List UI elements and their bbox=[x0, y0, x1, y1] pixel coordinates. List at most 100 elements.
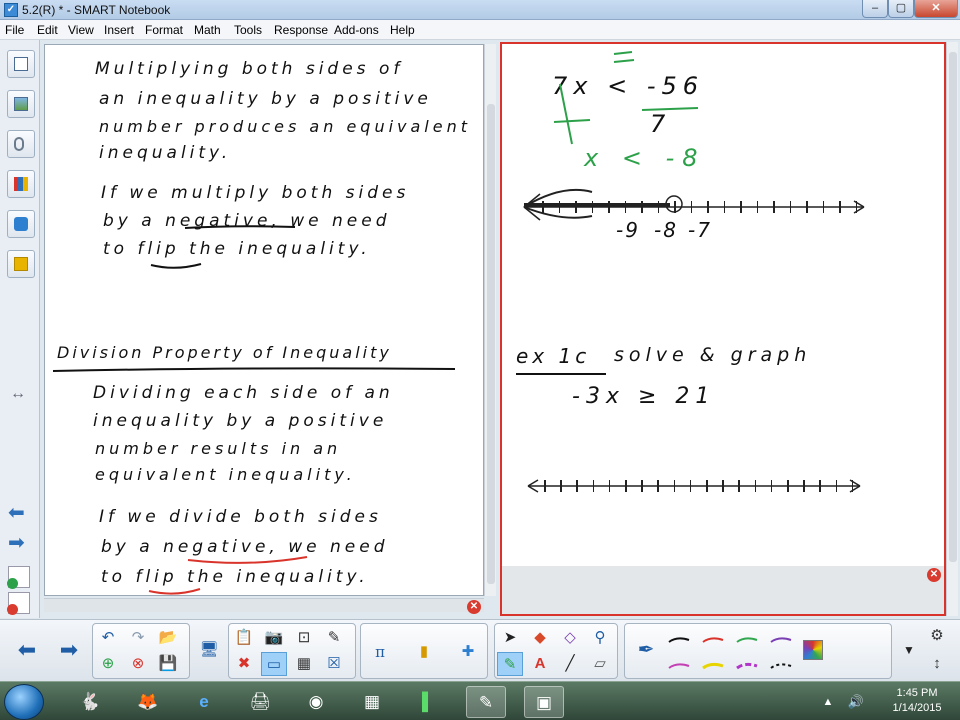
paste-icon[interactable]: 📋 bbox=[231, 626, 257, 650]
volume-icon[interactable]: 🔊 bbox=[846, 686, 866, 718]
line-icon[interactable]: ╱ bbox=[557, 652, 583, 676]
device-icon[interactable]: 🖨 bbox=[240, 686, 280, 718]
number-line-tick bbox=[673, 480, 676, 492]
number-line-tick bbox=[839, 201, 841, 213]
delete-page-icon[interactable] bbox=[7, 592, 30, 615]
system-clock[interactable]: 1:45 PM 1/14/2015 bbox=[882, 686, 952, 716]
menu-math[interactable]: Math bbox=[194, 23, 221, 37]
right-page[interactable]: 7x < -56 7 x < -8 -9 -8 -7 ex 1c solve &… bbox=[500, 42, 946, 616]
next-page-icon[interactable]: ➡ bbox=[56, 638, 82, 662]
start-orb[interactable] bbox=[4, 684, 44, 720]
eraser-tool-icon[interactable]: ▱ bbox=[587, 652, 613, 676]
drawing-tools-group: ➤ ◆ ◇ ⚲ ✎ A ╱ ▱ bbox=[494, 623, 618, 679]
number-line-tick bbox=[657, 480, 659, 492]
pens-icon[interactable]: ✎ bbox=[497, 652, 523, 676]
maximize-button[interactable]: ▢ bbox=[888, 0, 914, 18]
number-line-tick bbox=[608, 480, 611, 492]
bunny-icon[interactable]: 🐇 bbox=[70, 686, 110, 718]
number-line-tick bbox=[756, 201, 758, 213]
add-page-icon[interactable] bbox=[7, 566, 30, 589]
menu-add-ons[interactable]: Add-ons bbox=[334, 23, 379, 37]
response-button[interactable] bbox=[7, 250, 35, 278]
menu-help[interactable]: Help bbox=[390, 23, 415, 37]
full-screen-icon[interactable]: ▭ bbox=[261, 652, 287, 676]
delete-icon[interactable]: ✖ bbox=[231, 652, 257, 676]
add-ons-button[interactable] bbox=[7, 210, 35, 238]
close-button[interactable]: ✕ bbox=[914, 0, 958, 18]
show-hidden-icons-icon[interactable]: ▲ bbox=[818, 686, 838, 718]
save-icon[interactable]: 💾 bbox=[155, 652, 181, 676]
internet-explorer-icon[interactable]: e bbox=[184, 686, 224, 718]
tick-label: -9 bbox=[616, 218, 640, 242]
menu-file[interactable]: File bbox=[5, 23, 24, 37]
open-file-icon[interactable]: 📂 bbox=[155, 626, 181, 650]
number-line-tick bbox=[723, 201, 725, 213]
response-icon[interactable]: ▮ bbox=[411, 640, 437, 664]
select-icon[interactable]: ➤ bbox=[497, 626, 523, 650]
next-page-icon[interactable]: ➡ bbox=[8, 530, 25, 555]
fill-icon[interactable]: ⚲ bbox=[587, 626, 613, 650]
example-task: solve & graph bbox=[614, 344, 812, 366]
left-page-scrollbar[interactable] bbox=[484, 44, 496, 596]
edit-tools-group: 📋 📷 ⊡ ✎ ✖ ▭ ▦ ☒ bbox=[228, 623, 356, 679]
right-page-scrollbar[interactable] bbox=[946, 42, 958, 616]
music-player-icon[interactable]: ◉ bbox=[296, 686, 336, 718]
color-palette-icon[interactable] bbox=[803, 640, 823, 660]
add-ons-icon bbox=[14, 217, 28, 231]
move-toolbar-icon[interactable]: ↕ bbox=[924, 652, 950, 676]
menu-tools[interactable]: Tools bbox=[234, 23, 262, 37]
add-ons-group: π ▮ ✚ bbox=[360, 623, 488, 679]
left-page[interactable]: Multiplying both sides of an inequality … bbox=[44, 44, 484, 596]
number-line-tick bbox=[822, 201, 824, 213]
previous-page-icon[interactable]: ⬅ bbox=[8, 500, 25, 525]
toolbar-expand-icon[interactable]: ▼ bbox=[896, 638, 922, 662]
document-task-icon[interactable]: ▣ bbox=[524, 686, 564, 718]
menu-insert[interactable]: Insert bbox=[104, 23, 134, 37]
firefox-icon[interactable]: 🦊 bbox=[128, 686, 168, 718]
attachments-button[interactable] bbox=[7, 130, 35, 158]
properties-button[interactable] bbox=[7, 170, 35, 198]
chart-icon[interactable]: ▌ bbox=[408, 686, 448, 718]
pen-icon[interactable]: ✒ bbox=[633, 638, 659, 662]
undo-icon[interactable]: ↶ bbox=[95, 626, 121, 650]
close-page-icon[interactable]: ✕ bbox=[467, 600, 481, 614]
menu-format[interactable]: Format bbox=[145, 23, 183, 37]
pen-style-swatches[interactable] bbox=[665, 628, 815, 678]
right-page-footer bbox=[502, 566, 944, 614]
menu-view[interactable]: View bbox=[68, 23, 94, 37]
minimize-button[interactable]: – bbox=[862, 0, 888, 18]
table-icon[interactable]: ▦ bbox=[291, 652, 317, 676]
gallery-button[interactable] bbox=[7, 90, 35, 118]
eraser-icon[interactable]: ◇ bbox=[557, 626, 583, 650]
settings-gear-icon[interactable]: ⚙ bbox=[924, 624, 950, 648]
add-ons-icon[interactable]: ✚ bbox=[455, 640, 481, 664]
menu-response[interactable]: Response bbox=[274, 23, 328, 37]
number-line-tick bbox=[689, 480, 692, 492]
redo-icon[interactable]: ↷ bbox=[125, 626, 151, 650]
delete-page-icon[interactable]: ⊗ bbox=[125, 652, 151, 676]
math-symbol-icon[interactable]: π bbox=[367, 640, 393, 664]
handwritten-line: number results in an bbox=[95, 439, 342, 458]
page-sorter-button[interactable] bbox=[7, 50, 35, 78]
close-page-icon[interactable]: ✕ bbox=[927, 568, 941, 582]
menu-edit[interactable]: Edit bbox=[37, 23, 58, 37]
number-line-tick bbox=[722, 480, 724, 492]
add-page-icon[interactable]: ⊕ bbox=[95, 652, 121, 676]
screen-capture-icon[interactable]: 🖥 bbox=[196, 638, 222, 662]
smart-notebook-task-icon[interactable]: ✎ bbox=[466, 686, 506, 718]
handwritten-line: by a negative, we need bbox=[101, 537, 389, 557]
resize-sidebar-icon[interactable]: ↔ bbox=[10, 385, 26, 403]
screen-shade-icon[interactable]: ⊡ bbox=[291, 626, 317, 650]
magic-pen-icon[interactable]: ✎ bbox=[321, 626, 347, 650]
shapes-icon[interactable]: ◆ bbox=[527, 626, 553, 650]
close-button-icon[interactable]: ☒ bbox=[321, 652, 347, 676]
left-page-bottom-bar bbox=[44, 598, 484, 612]
number-line-tick bbox=[706, 480, 708, 492]
page-sorter-icon bbox=[14, 57, 28, 71]
scroll-thumb[interactable] bbox=[487, 104, 495, 584]
text-icon[interactable]: A bbox=[527, 652, 553, 676]
scroll-thumb[interactable] bbox=[949, 52, 957, 562]
camera-icon[interactable]: 📷 bbox=[261, 626, 287, 650]
previous-page-icon[interactable]: ⬅ bbox=[14, 638, 40, 662]
calculator-icon[interactable]: ▦ bbox=[352, 686, 392, 718]
